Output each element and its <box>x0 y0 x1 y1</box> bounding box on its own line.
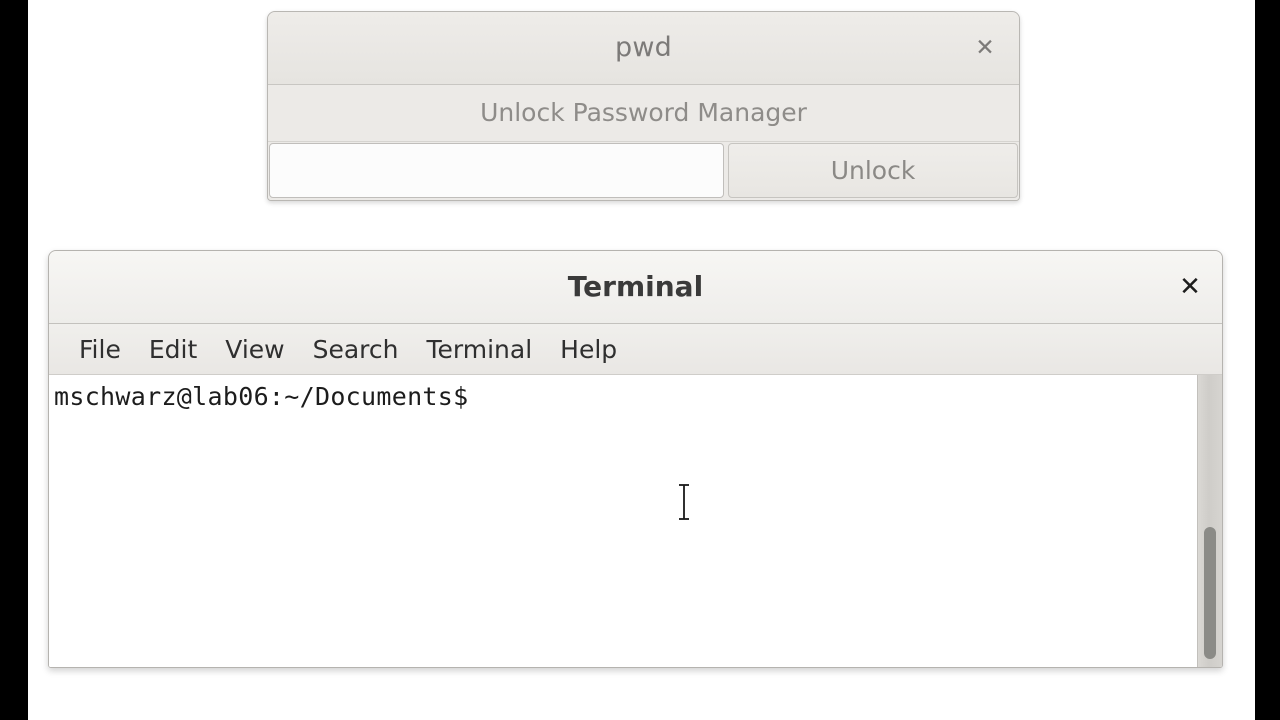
terminal-window: Terminal ✕ File Edit View Search Termina… <box>48 250 1223 668</box>
terminal-titlebar[interactable]: Terminal ✕ <box>49 251 1222 324</box>
terminal-scrollbar-thumb[interactable] <box>1204 527 1216 659</box>
menu-item-help[interactable]: Help <box>546 333 631 366</box>
terminal-title: Terminal <box>49 251 1222 323</box>
password-dialog-titlebar[interactable]: pwd ✕ <box>268 12 1019 85</box>
close-icon[interactable]: ✕ <box>971 34 999 62</box>
password-input-row: Unlock <box>268 142 1019 201</box>
close-icon[interactable]: ✕ <box>1175 272 1205 302</box>
terminal-prompt-line: mschwarz@lab06:~/Documents$ <box>52 381 1197 413</box>
menu-item-edit[interactable]: Edit <box>135 333 211 366</box>
screen: pwd ✕ Unlock Password Manager Unlock Ter… <box>0 0 1280 720</box>
menu-item-terminal[interactable]: Terminal <box>412 333 546 366</box>
unlock-prompt-label: Unlock Password Manager <box>268 85 1019 142</box>
terminal-screen[interactable]: mschwarz@lab06:~/Documents$ <box>49 375 1197 668</box>
menu-item-view[interactable]: View <box>211 333 298 366</box>
password-input[interactable] <box>269 143 724 198</box>
terminal-menubar: File Edit View Search Terminal Help <box>49 324 1222 375</box>
terminal-body: mschwarz@lab06:~/Documents$ <box>49 375 1222 668</box>
letterbox-right <box>1255 0 1280 720</box>
menu-item-search[interactable]: Search <box>299 333 413 366</box>
password-manager-dialog: pwd ✕ Unlock Password Manager Unlock <box>267 11 1020 201</box>
menu-item-file[interactable]: File <box>65 333 135 366</box>
terminal-scrollbar[interactable] <box>1197 375 1222 668</box>
password-dialog-title: pwd <box>268 12 1019 84</box>
letterbox-left <box>0 0 28 720</box>
desktop-background: pwd ✕ Unlock Password Manager Unlock Ter… <box>28 0 1255 720</box>
unlock-button[interactable]: Unlock <box>728 143 1018 198</box>
